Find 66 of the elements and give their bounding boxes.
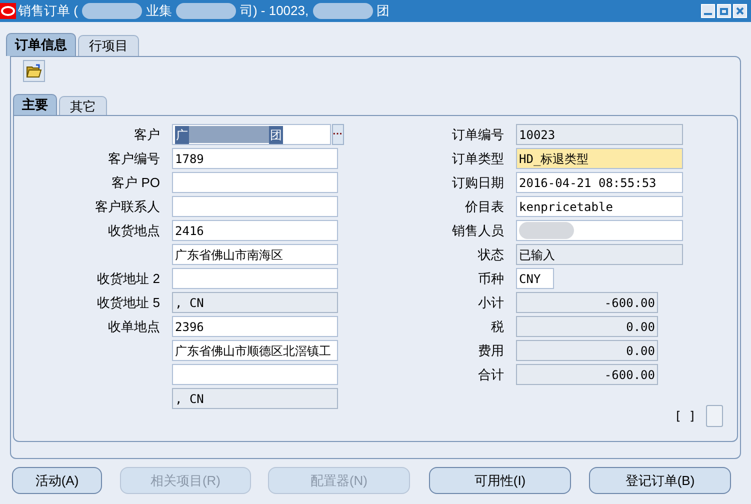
action-button[interactable]: 可用性(I) [429,467,571,494]
input-field[interactable] [516,220,683,241]
field-label: 销售人员 [452,222,504,238]
list-of-values-button[interactable]: ··· [332,124,344,145]
field-label: 币种 [478,270,504,286]
input-field[interactable]: HD_标退类型 [516,148,683,169]
window-title: 销售订单 ( [18,2,78,20]
tab[interactable]: 主要 [13,94,57,115]
input-field[interactable]: 2016-04-21 08:55:53 [516,172,683,193]
input-field[interactable]: 广东省佛山市顺德区北滘镇工 [172,340,338,361]
input-field[interactable]: CNY [516,268,554,289]
field-label: 客户 [134,126,160,142]
action-button[interactable]: 登记订单(B) [589,467,731,494]
input-field[interactable]: 2396 [172,316,338,337]
input-field[interactable]: , CN [172,388,338,409]
field-label: 收单地点 [108,318,160,334]
field-label: 客户联系人 [95,198,160,214]
minimize-button[interactable] [701,4,715,18]
input-field[interactable]: 广 团 [172,124,331,145]
field-label: 客户编号 [108,150,160,166]
amount-field[interactable]: 0.00 [516,316,658,337]
tab[interactable]: 其它 [59,96,107,115]
field-label: 价目表 [465,198,504,214]
amount-field[interactable]: -600.00 [516,364,658,385]
field-label: 收货地址 2 [97,270,160,286]
field-label: 费用 [478,342,504,358]
input-field[interactable]: 已输入 [516,244,683,265]
redaction-blur [312,3,373,19]
close-button[interactable] [733,4,747,18]
amount-field[interactable]: -600.00 [516,292,658,313]
window-title: 业集 [146,2,172,20]
tab[interactable]: 行项目 [78,35,139,56]
open-folder-button[interactable] [23,60,45,82]
redaction-blur [82,3,142,19]
field-label: 订购日期 [452,174,504,190]
input-field[interactable] [172,364,338,385]
input-field[interactable] [172,172,338,193]
redaction-blur [519,222,574,239]
input-field[interactable]: kenpricetable [516,196,683,217]
flexfield-label: [ ] [674,408,696,425]
app-logo-icon [0,3,16,19]
flexfield-box[interactable] [706,405,723,427]
input-field[interactable]: , CN [172,292,338,313]
tab[interactable]: 订单信息 [6,33,76,56]
field-label: 收货地址 5 [97,294,160,310]
input-field[interactable]: 2416 [172,220,338,241]
field-label: 订单类型 [452,150,504,166]
redaction-blur [176,3,236,19]
field-label: 状态 [478,246,504,262]
field-label: 小计 [478,294,504,310]
input-field[interactable]: 10023 [516,124,683,145]
amount-field[interactable]: 0.00 [516,340,658,361]
action-button[interactable]: 活动(A) [12,467,102,494]
field-label: 税 [491,318,504,334]
field-label: 收货地点 [108,222,160,238]
input-field[interactable] [172,196,338,217]
maximize-button[interactable] [717,4,731,18]
input-field[interactable]: 广东省佛山市南海区 [172,244,338,265]
input-field[interactable]: 1789 [172,148,338,169]
window-title: 司) - 10023, [240,2,309,20]
input-field[interactable] [172,268,338,289]
field-label: 合计 [478,366,504,382]
field-label: 订单编号 [452,126,504,142]
window-title: 团 [376,2,390,20]
field-label: 客户 PO [112,174,160,190]
open-folder-icon [26,64,42,78]
